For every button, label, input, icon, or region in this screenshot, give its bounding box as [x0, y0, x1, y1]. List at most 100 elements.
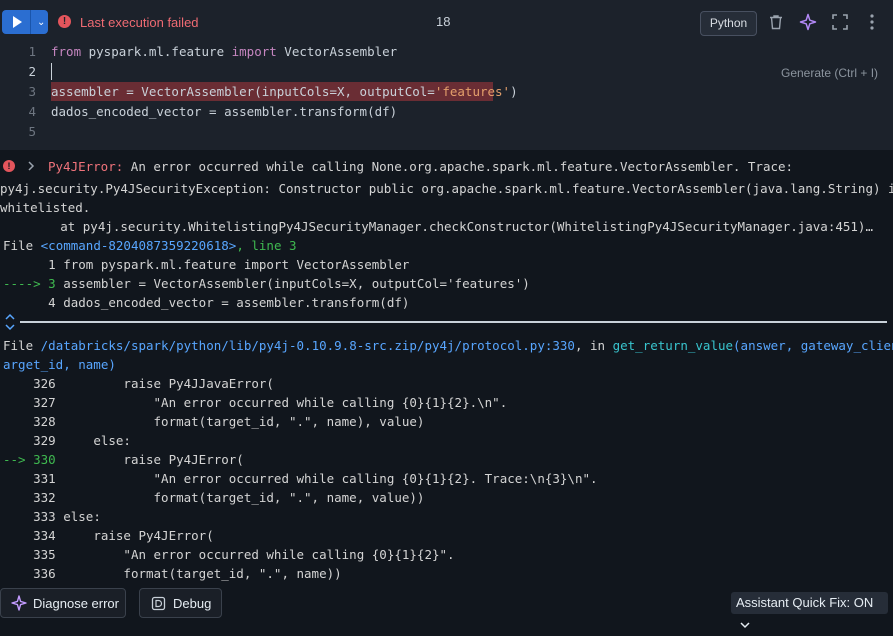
line-number: 5	[28, 124, 36, 139]
exception-line: py4j.security.Py4JSecurityException: Con…	[0, 181, 893, 196]
play-icon[interactable]	[13, 16, 22, 28]
line-number: 330	[33, 452, 56, 467]
run-button-divider	[30, 10, 31, 34]
line-number: 332	[33, 490, 56, 505]
line-marker	[3, 547, 33, 562]
line-number: 4	[48, 295, 56, 310]
stack-trace-line: at py4j.security.WhitelistingPy4JSecurit…	[0, 219, 873, 234]
command-link[interactable]: <command-8204087359220618>	[41, 238, 237, 253]
line-number: 335	[33, 547, 56, 562]
line-number: 326	[33, 376, 56, 391]
traceback-code-line: 327 "An error occurred while calling {0}…	[3, 395, 507, 410]
code-text: format(target_id, ".", name, value))	[55, 490, 425, 505]
keyword: from	[51, 44, 82, 59]
file-path-link[interactable]: /databricks/spark/python/lib/py4j-0.10.9…	[41, 338, 575, 353]
line-marker	[3, 395, 33, 410]
line-number: 327	[33, 395, 56, 410]
traceback-code-line: --> 330 raise Py4JError(	[3, 452, 244, 467]
line-number: 336	[33, 566, 56, 581]
chevron-right-icon[interactable]	[27, 161, 35, 171]
run-cell-button[interactable]: ⌄	[2, 10, 48, 34]
frame-separator	[20, 321, 887, 323]
diagnose-error-label: Diagnose error	[33, 595, 119, 611]
file-prefix: File	[3, 238, 41, 253]
code-text: else:	[55, 433, 131, 448]
fullscreen-icon[interactable]	[831, 13, 849, 31]
function-name: get_return_value	[612, 338, 734, 353]
code-text: "An error occurred while calling {0}{1}{…	[55, 471, 598, 486]
file-separator: , in	[574, 338, 613, 353]
traceback-code-line: 329 else:	[3, 433, 131, 448]
line-number: 331	[33, 471, 56, 486]
line-marker	[3, 509, 33, 524]
assistant-quick-fix-toggle[interactable]: Assistant Quick Fix: ON	[731, 592, 888, 629]
error-summary[interactable]: Py4JError: An error occurred while calli…	[48, 159, 793, 174]
code-line: from pyspark.ml.feature import VectorAss…	[51, 44, 397, 59]
cell-footer: Diagnose error Debug Assistant Quick Fix…	[0, 588, 893, 629]
traceback-code-line: 1 from pyspark.ml.feature import VectorA…	[3, 257, 409, 272]
line-number: 1	[28, 44, 36, 59]
error-type: Py4JError:	[48, 159, 124, 174]
line-marker	[3, 528, 33, 543]
traceback-file-header: File /databricks/spark/python/lib/py4j-0…	[3, 338, 893, 353]
current-line-arrow: -->	[3, 452, 34, 467]
code-line: assembler = VectorAssembler(inputCols=X,…	[51, 84, 518, 99]
line-reference: , line 3	[236, 238, 297, 253]
diagnose-error-button[interactable]: Diagnose error	[0, 588, 126, 618]
error-message: An error occurred while calling None.org…	[123, 159, 794, 174]
traceback-code-line: 335 "An error occurred while calling {0}…	[3, 547, 455, 562]
line-marker	[3, 376, 33, 391]
line-marker	[3, 414, 33, 429]
line-number: 3	[48, 276, 56, 291]
traceback-code-line: 336 format(target_id, ".", name))	[3, 566, 342, 581]
code-text: "An error occurred while calling {0}{1}{…	[55, 547, 455, 562]
code-text: raise Py4JError(	[55, 528, 214, 543]
line-number: 328	[33, 414, 56, 429]
code-text: )	[510, 84, 518, 99]
line-marker	[3, 257, 48, 272]
code-text: format(target_id, ".", name), value)	[55, 414, 425, 429]
sparkle-icon	[11, 595, 27, 611]
code-editor[interactable]: 1 2 3 4 5 from pyspark.ml.feature import…	[0, 44, 893, 150]
code-text: assembler = VectorAssembler(inputCols=X,…	[55, 276, 530, 291]
code-text: assembler = VectorAssembler(inputCols=X,…	[51, 84, 435, 99]
kebab-menu-icon[interactable]	[863, 13, 881, 31]
traceback-code-line: 333 else:	[3, 509, 101, 524]
traceback-code-line: 326 raise Py4JJavaError(	[3, 376, 274, 391]
line-marker	[3, 433, 33, 448]
traceback-code-line: 332 format(target_id, ".", name, value))	[3, 490, 424, 505]
line-marker	[3, 490, 33, 505]
traceback-file-header: File <command-8204087359220618>, line 3	[3, 238, 297, 253]
function-args: (answer, gateway_client, t	[733, 338, 893, 353]
code-text: from pyspark.ml.feature import VectorAss…	[55, 257, 410, 272]
trash-icon[interactable]	[767, 13, 785, 31]
file-prefix: File	[3, 338, 41, 353]
traceback-code-line: ----> 3 assembler = VectorAssembler(inpu…	[3, 276, 530, 291]
traceback-code-line: 331 "An error occurred while calling {0}…	[3, 471, 598, 486]
code-text: pyspark.ml.feature	[81, 44, 232, 59]
code-text: VectorAssembler	[276, 44, 398, 59]
error-icon: !	[58, 15, 71, 28]
quick-fix-label: Assistant Quick Fix: ON	[736, 595, 874, 610]
code-line: dados_encoded_vector = assembler.transfo…	[51, 104, 398, 119]
code-text: "An error occurred while calling {0}{1}{…	[55, 395, 508, 410]
code-text: raise Py4JJavaError(	[55, 376, 274, 391]
line-marker	[3, 295, 48, 310]
error-icon: !	[3, 160, 15, 172]
line-number: 2	[28, 64, 36, 79]
line-number: 334	[33, 528, 56, 543]
line-number: 4	[28, 104, 36, 119]
line-marker	[3, 566, 33, 581]
code-text: else:	[55, 509, 101, 524]
code-text: raise Py4JError(	[55, 452, 244, 467]
chevron-down-icon[interactable]: ⌄	[37, 17, 45, 28]
traceback-code-line: 328 format(target_id, ".", name), value)	[3, 414, 424, 429]
traceback-code-line: 334 raise Py4JError(	[3, 528, 214, 543]
expand-collapse-icon[interactable]	[4, 313, 16, 331]
debug-button[interactable]: Debug	[139, 588, 222, 618]
sparkle-icon[interactable]	[799, 13, 817, 31]
generate-hint[interactable]: Generate (Ctrl + I)	[781, 66, 878, 80]
language-selector[interactable]: Python	[700, 11, 757, 36]
code-text: dados_encoded_vector = assembler.transfo…	[55, 295, 410, 310]
error-output: ! Py4JError: An error occurred while cal…	[0, 150, 893, 588]
